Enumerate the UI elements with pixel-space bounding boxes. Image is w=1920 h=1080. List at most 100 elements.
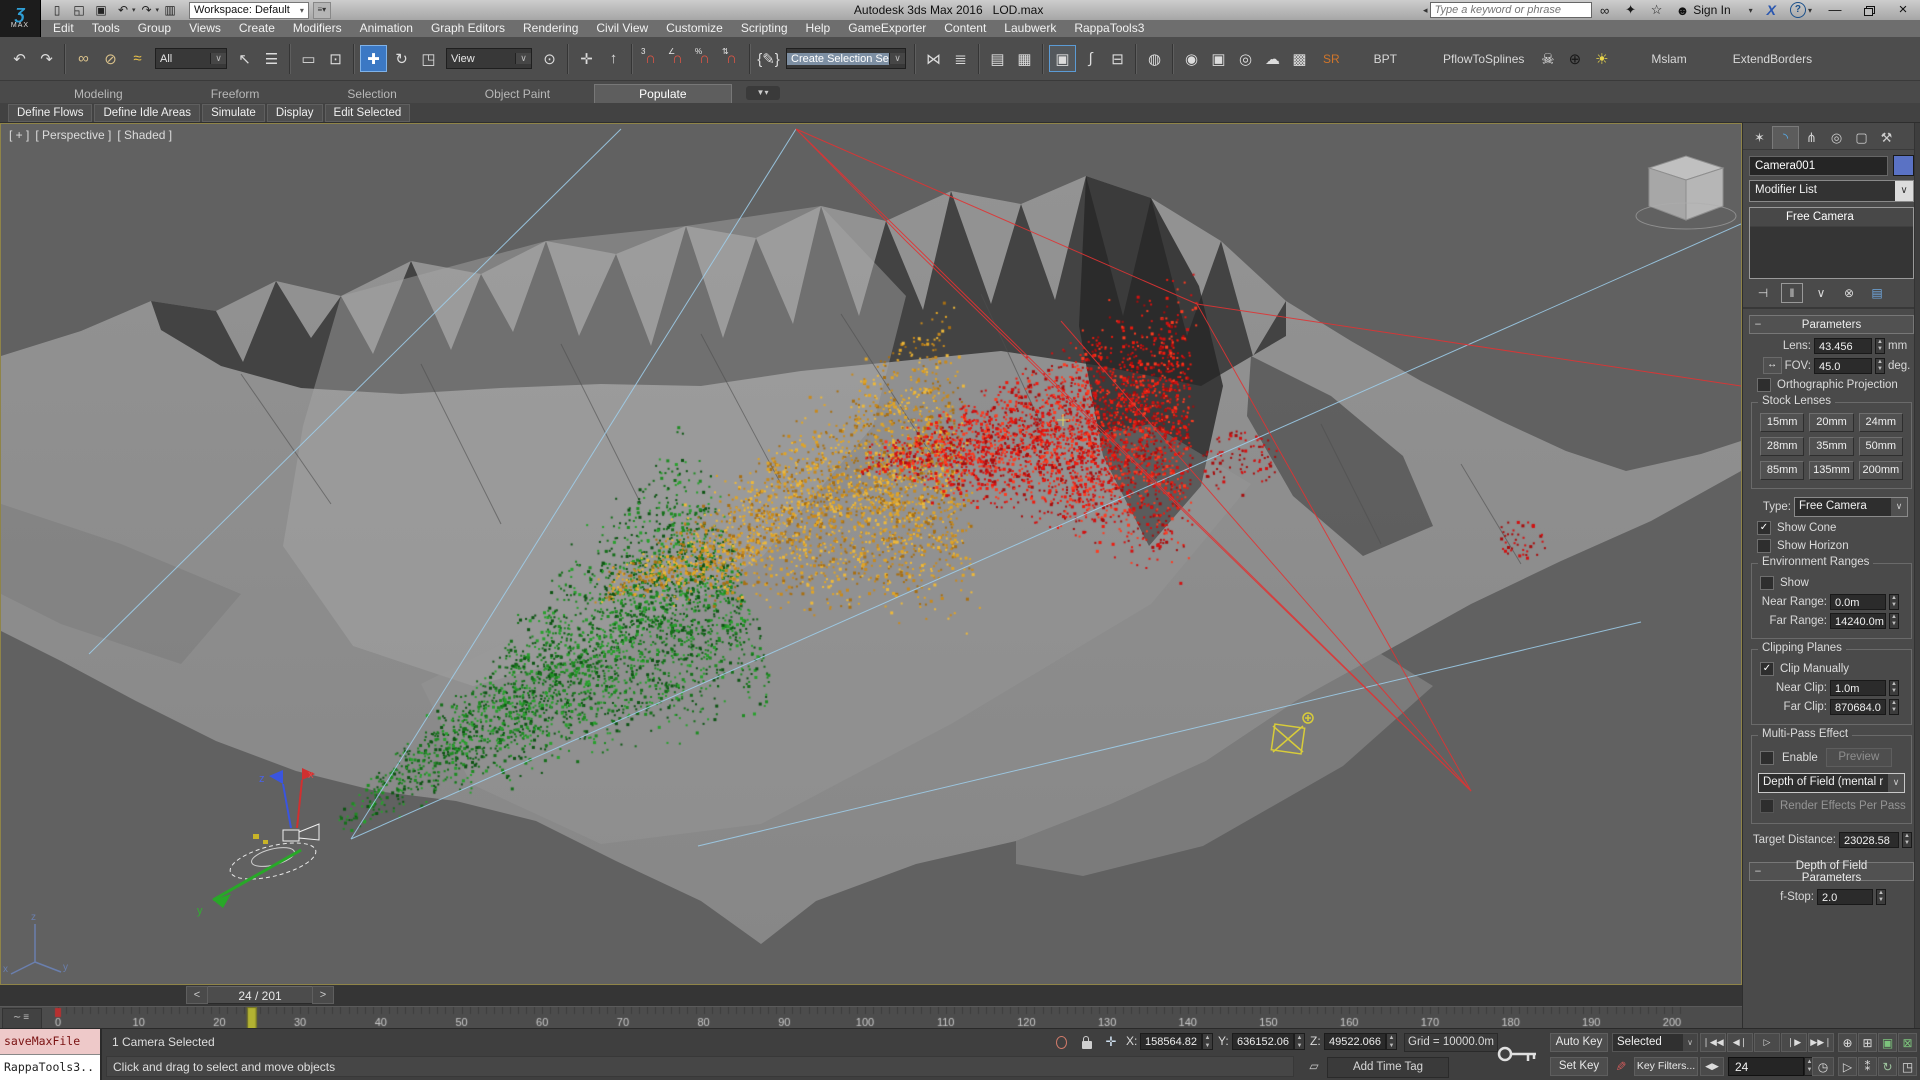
hierarchy-tab-icon[interactable]: ⋔ (1799, 127, 1824, 149)
target-distance-field[interactable]: 23028.58 (1839, 832, 1899, 848)
populate-button-simulate[interactable]: Simulate (202, 104, 265, 122)
time-tag-icon[interactable]: ▱ (1305, 1057, 1323, 1075)
bind-to-spacewarp-icon[interactable]: ≈ (125, 46, 150, 71)
zoom-extents-all-icon[interactable]: ⊠ (1898, 1033, 1917, 1052)
scene-explorer-icon[interactable]: ▣ (1049, 45, 1076, 72)
display-tab-icon[interactable]: ▢ (1849, 127, 1874, 149)
time-slider-label[interactable]: 24 / 201 (208, 986, 312, 1004)
x-coordinate-field[interactable]: 158564.82 (1140, 1033, 1202, 1050)
object-color-swatch[interactable] (1893, 155, 1914, 176)
manage-layer-states-icon[interactable]: ▦ (1012, 46, 1037, 71)
near-clip-spinner[interactable]: ▲▼ (1889, 680, 1899, 696)
y-spinner[interactable]: ▲▼ (1294, 1033, 1305, 1050)
object-name-field[interactable]: Camera001 (1749, 156, 1888, 176)
zoom-all-icon[interactable]: ⊞ (1858, 1033, 1877, 1052)
previous-frame-button[interactable]: ◀❘ (1727, 1033, 1753, 1052)
reference-coordinate-combo[interactable]: View∨ (446, 48, 532, 69)
track-bar[interactable]: ∼≡ (0, 1006, 1742, 1029)
enable-multipass-checkbox[interactable]: ✓ (1760, 751, 1774, 765)
menu-graph-editors[interactable]: Graph Editors (422, 20, 514, 37)
stock-lens-15mm[interactable]: 15mm (1760, 413, 1804, 432)
menu-tools[interactable]: Tools (83, 20, 129, 37)
y-coordinate-field[interactable]: 636152.06 (1232, 1033, 1294, 1050)
orbit-icon[interactable]: ↻ (1878, 1057, 1897, 1076)
keyboard-override-icon[interactable]: ↑ (601, 46, 626, 71)
menu-content[interactable]: Content (935, 20, 995, 37)
restore-button[interactable] (1864, 6, 1874, 15)
stock-lens-35mm[interactable]: 35mm (1809, 437, 1853, 456)
walkthrough-icon[interactable]: ▷ (1838, 1057, 1857, 1076)
undo-icon[interactable]: ↶ (7, 46, 32, 71)
close-button[interactable]: × (1886, 1, 1920, 19)
selection-filter-combo[interactable]: All∨ (155, 48, 227, 69)
far-clip-field[interactable]: 870684.0 (1830, 699, 1886, 715)
menu-scripting[interactable]: Scripting (732, 20, 797, 37)
autodesk-exchange-icon[interactable]: X (1767, 2, 1776, 18)
new-file-icon[interactable]: ▯ (47, 2, 67, 18)
modify-tab-icon[interactable]: ◝ (1772, 126, 1799, 149)
redo-icon[interactable]: ↷ (137, 2, 157, 18)
utilities-tab-icon[interactable]: ⚒ (1874, 127, 1899, 149)
key-filters-pen-icon[interactable]: ✎ (1612, 1058, 1630, 1076)
far-range-spinner[interactable]: ▲▼ (1889, 613, 1899, 629)
menu-customize[interactable]: Customize (657, 20, 732, 37)
camera-type-dropdown[interactable]: Free Camera ∨ (1794, 497, 1908, 517)
use-pivot-center-icon[interactable]: ⊙ (537, 46, 562, 71)
lens-spinner[interactable]: ▲▼ (1875, 338, 1885, 354)
next-frame-button[interactable]: ❘▶ (1781, 1033, 1807, 1052)
menu-gameexporter[interactable]: GameExporter (839, 20, 935, 37)
isolate-selection-icon[interactable] (1052, 1033, 1070, 1051)
chevron-down-icon[interactable]: ▾ (132, 6, 136, 14)
render-effects-per-pass-checkbox[interactable]: ✓ (1760, 799, 1774, 813)
stock-lens-200mm[interactable]: 200mm (1859, 461, 1903, 480)
z-spinner[interactable]: ▲▼ (1386, 1033, 1397, 1050)
max-application-menu[interactable]: Ʒ MAX (0, 0, 41, 37)
lens-field[interactable]: 43.456 (1814, 338, 1872, 354)
spinner-snap-icon[interactable]: ∩⇅ (719, 46, 744, 71)
menu-edit[interactable]: Edit (44, 20, 83, 37)
keyword-search-input[interactable] (1430, 2, 1592, 18)
ribbon-tab-object-paint[interactable]: Object Paint (441, 85, 594, 103)
sun-script-icon[interactable]: ☀ (1589, 46, 1614, 71)
search-icon[interactable]: ∞ (1592, 3, 1618, 18)
go-to-end-button[interactable]: ▶▶❘ (1808, 1033, 1834, 1052)
menu-views[interactable]: Views (180, 20, 230, 37)
rendered-frame-window-icon[interactable]: ▣ (1206, 46, 1231, 71)
key-filters-button[interactable]: Key Filters... (1634, 1057, 1698, 1076)
idle-area-gizmo[interactable] (1271, 713, 1313, 754)
auto-key-button[interactable]: Auto Key (1550, 1033, 1608, 1052)
modifier-list-dropdown[interactable]: Modifier List ∨ (1749, 180, 1914, 202)
current-frame-field[interactable]: 24 (1728, 1057, 1804, 1076)
dof-parameters-rollout-header[interactable]: − Depth of Field Parameters (1749, 862, 1914, 881)
rectangular-selection-region-icon[interactable]: ▭ (296, 46, 321, 71)
window-crossing-icon[interactable]: ⊡ (323, 46, 348, 71)
footsteps-icon[interactable]: ⁑ (1858, 1057, 1877, 1076)
unlink-selection-icon[interactable]: ⊘ (98, 46, 123, 71)
ribbon-tab-populate[interactable]: Populate (594, 84, 731, 103)
ribbon-flyout-button[interactable]: ▼▾ (746, 86, 780, 100)
menu-rendering[interactable]: Rendering (514, 20, 587, 37)
stock-lens-135mm[interactable]: 135mm (1809, 461, 1853, 480)
viewport-general-menu[interactable]: [ + ] (9, 128, 29, 142)
stack-item-free-camera[interactable]: Free Camera (1750, 208, 1913, 227)
far-range-field[interactable]: 14240.0m (1830, 613, 1886, 629)
mirror-icon[interactable]: ⋈ (921, 46, 946, 71)
favorites-star-icon[interactable]: ☆ (1644, 2, 1670, 18)
time-slider[interactable]: < 24 / 201 > (186, 986, 334, 1004)
open-file-icon[interactable]: ◱ (69, 2, 89, 18)
clip-manually-checkbox[interactable]: ✓ (1760, 662, 1774, 676)
skull-script-icon[interactable]: ☠ (1535, 46, 1560, 71)
zoom-icon[interactable]: ⊕ (1838, 1033, 1857, 1052)
save-file-icon[interactable]: ▣ (91, 2, 111, 18)
edit-named-selection-sets-icon[interactable]: {✎} (756, 46, 781, 71)
render-setup-icon[interactable]: ◉ (1179, 46, 1204, 71)
next-frame-arrow[interactable]: > (312, 986, 334, 1004)
snaps-toggle-icon[interactable]: ∩3 (638, 46, 663, 71)
select-and-rotate-icon[interactable]: ↻ (389, 46, 414, 71)
perspective-viewport[interactable]: z x y z x y (0, 123, 1742, 985)
listener-macro-line[interactable]: saveMaxFile (0, 1029, 100, 1055)
view-cube[interactable] (1636, 156, 1736, 229)
motion-tab-icon[interactable]: ◎ (1824, 127, 1849, 149)
stock-lens-50mm[interactable]: 50mm (1859, 437, 1903, 456)
align-icon[interactable]: ≣ (948, 46, 973, 71)
